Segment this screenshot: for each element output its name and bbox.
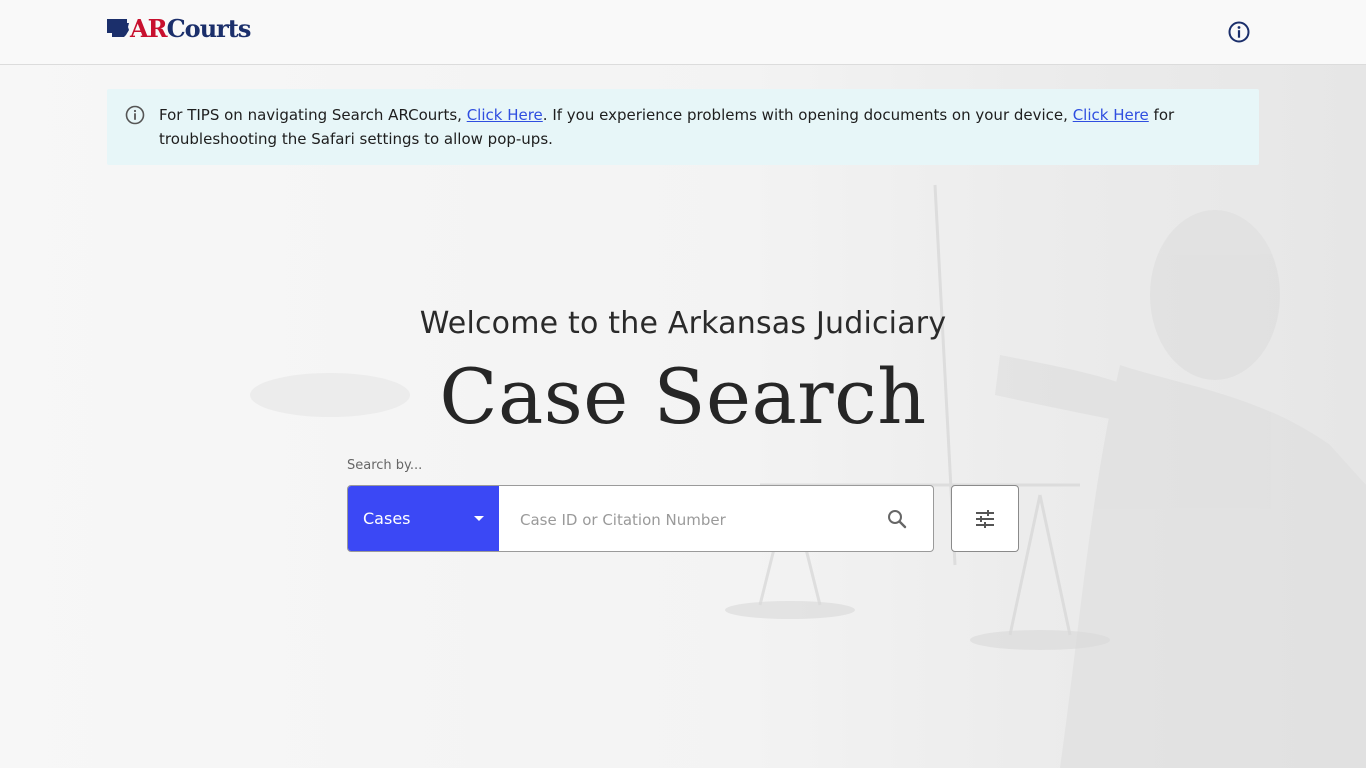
info-circle-icon[interactable] (1227, 20, 1251, 44)
banner-text-part: . If you experience problems with openin… (542, 106, 1073, 124)
advanced-filter-button[interactable] (951, 485, 1019, 552)
search-box: Cases (347, 485, 934, 552)
tune-sliders-icon (976, 510, 994, 528)
logo-text-ar: AR (130, 13, 168, 43)
arcourts-logo[interactable]: AR Courts (107, 13, 252, 43)
search-type-selected: Cases (363, 509, 411, 528)
tips-click-here-link[interactable]: Click Here (467, 106, 543, 124)
banner-text-part: For TIPS on navigating Search ARCourts, (159, 106, 467, 124)
safari-click-here-link[interactable]: Click Here (1073, 106, 1149, 124)
page: AR Courts For TIPS on navigating Search A… (0, 0, 1366, 768)
logo-text-courts: Courts (166, 13, 252, 43)
caret-down-icon (474, 516, 484, 521)
search-type-dropdown[interactable]: Cases (348, 486, 499, 551)
page-title: Case Search (439, 352, 927, 441)
search-icon[interactable] (886, 508, 908, 530)
search-by-label: Search by... (347, 458, 423, 473)
top-header: AR Courts (0, 0, 1366, 65)
arkansas-state-icon (107, 19, 129, 37)
welcome-heading: Welcome to the Arkansas Judiciary (419, 306, 947, 341)
case-search-input[interactable] (508, 496, 882, 543)
tips-alert-banner: For TIPS on navigating Search ARCourts, … (107, 89, 1259, 165)
info-circle-icon (125, 105, 145, 125)
banner-message: For TIPS on navigating Search ARCourts, … (159, 103, 1239, 151)
